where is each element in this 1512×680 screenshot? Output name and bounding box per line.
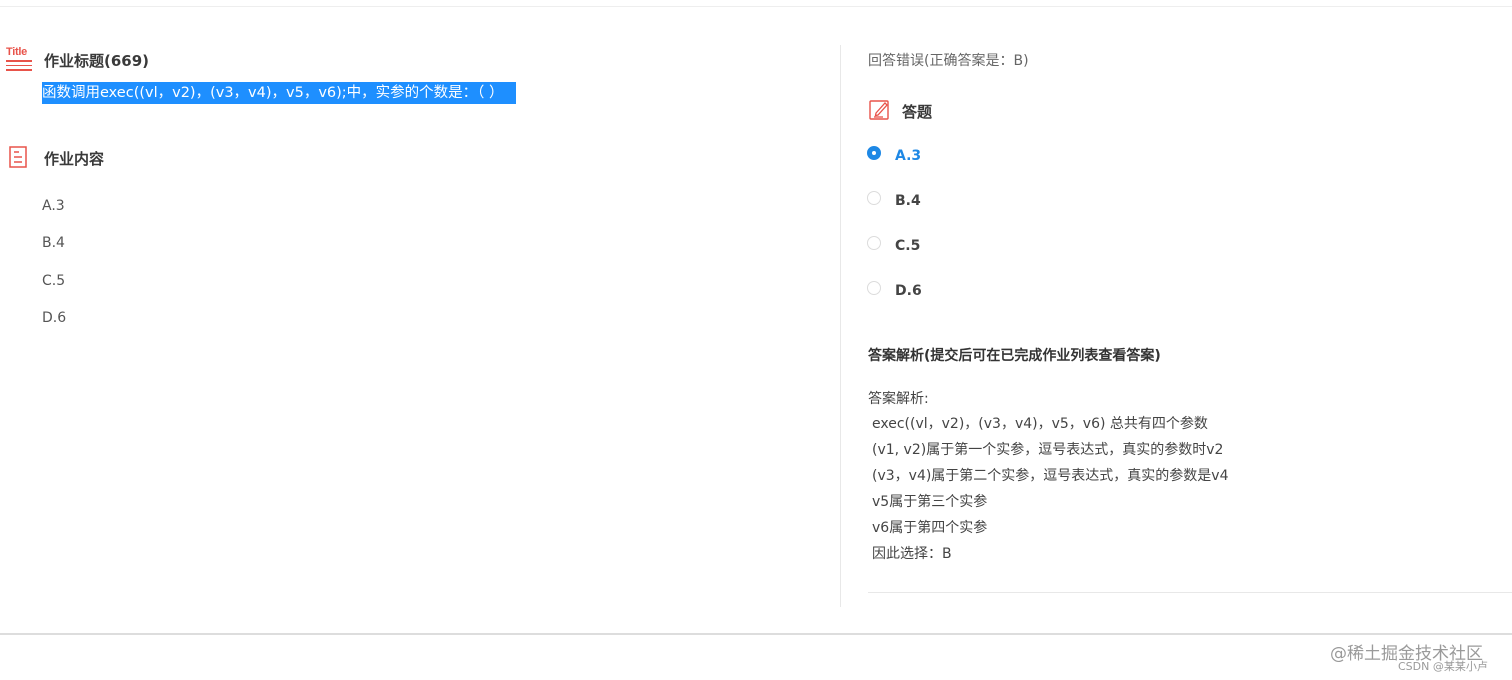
top-divider [0,6,1512,7]
column-divider [840,45,841,607]
analysis-divider [868,592,1512,593]
analysis-line: (v3，v4)属于第二个实参，逗号表达式，真实的参数是v4 [872,468,1229,484]
answer-option-label[interactable]: C.5 [895,238,920,254]
content-option: B.4 [42,235,65,251]
analysis-line: (v1, v2)属于第一个实参，逗号表达式，真实的参数时v2 [872,442,1224,458]
answer-option-label[interactable]: A.3 [895,148,921,164]
title-icon: Title [6,46,34,72]
analysis-line: 因此选择：B [872,546,952,562]
radio-button[interactable] [867,146,881,160]
analysis-title: 答案解析(提交后可在已完成作业列表查看答案) [868,348,1161,364]
answer-result: 回答错误(正确答案是：B) [868,53,1029,69]
analysis-line: v6属于第四个实参 [872,520,988,536]
analysis-line: exec((vl，v2)，(v3，v4)，v5，v6) 总共有四个参数 [872,416,1208,432]
content-option: C.5 [42,273,66,289]
homework-content-title: 作业内容 [44,150,105,168]
analysis-line: v5属于第三个实参 [872,494,988,510]
document-icon [9,146,27,168]
radio-button[interactable] [867,281,881,295]
homework-question[interactable]: 函数调用exec((vl，v2)，(v3，v4)，v5，v6);中，实参的个数是… [42,82,516,104]
content-option: D.6 [42,310,67,326]
radio-button[interactable] [867,191,881,205]
watermark-csdn: CSDN @某某小卢 [1398,660,1488,673]
edit-icon [869,100,889,120]
title-icon-text: Title [6,46,27,58]
answer-section-title: 答题 [902,103,933,121]
footer-divider [0,633,1512,635]
answer-option-label[interactable]: B.4 [895,193,921,209]
content-option: A.3 [42,198,65,214]
radio-button[interactable] [867,236,881,250]
answer-option-label[interactable]: D.6 [895,283,922,299]
analysis-label: 答案解析: [868,391,929,407]
homework-title: 作业标题(669) [44,52,150,70]
